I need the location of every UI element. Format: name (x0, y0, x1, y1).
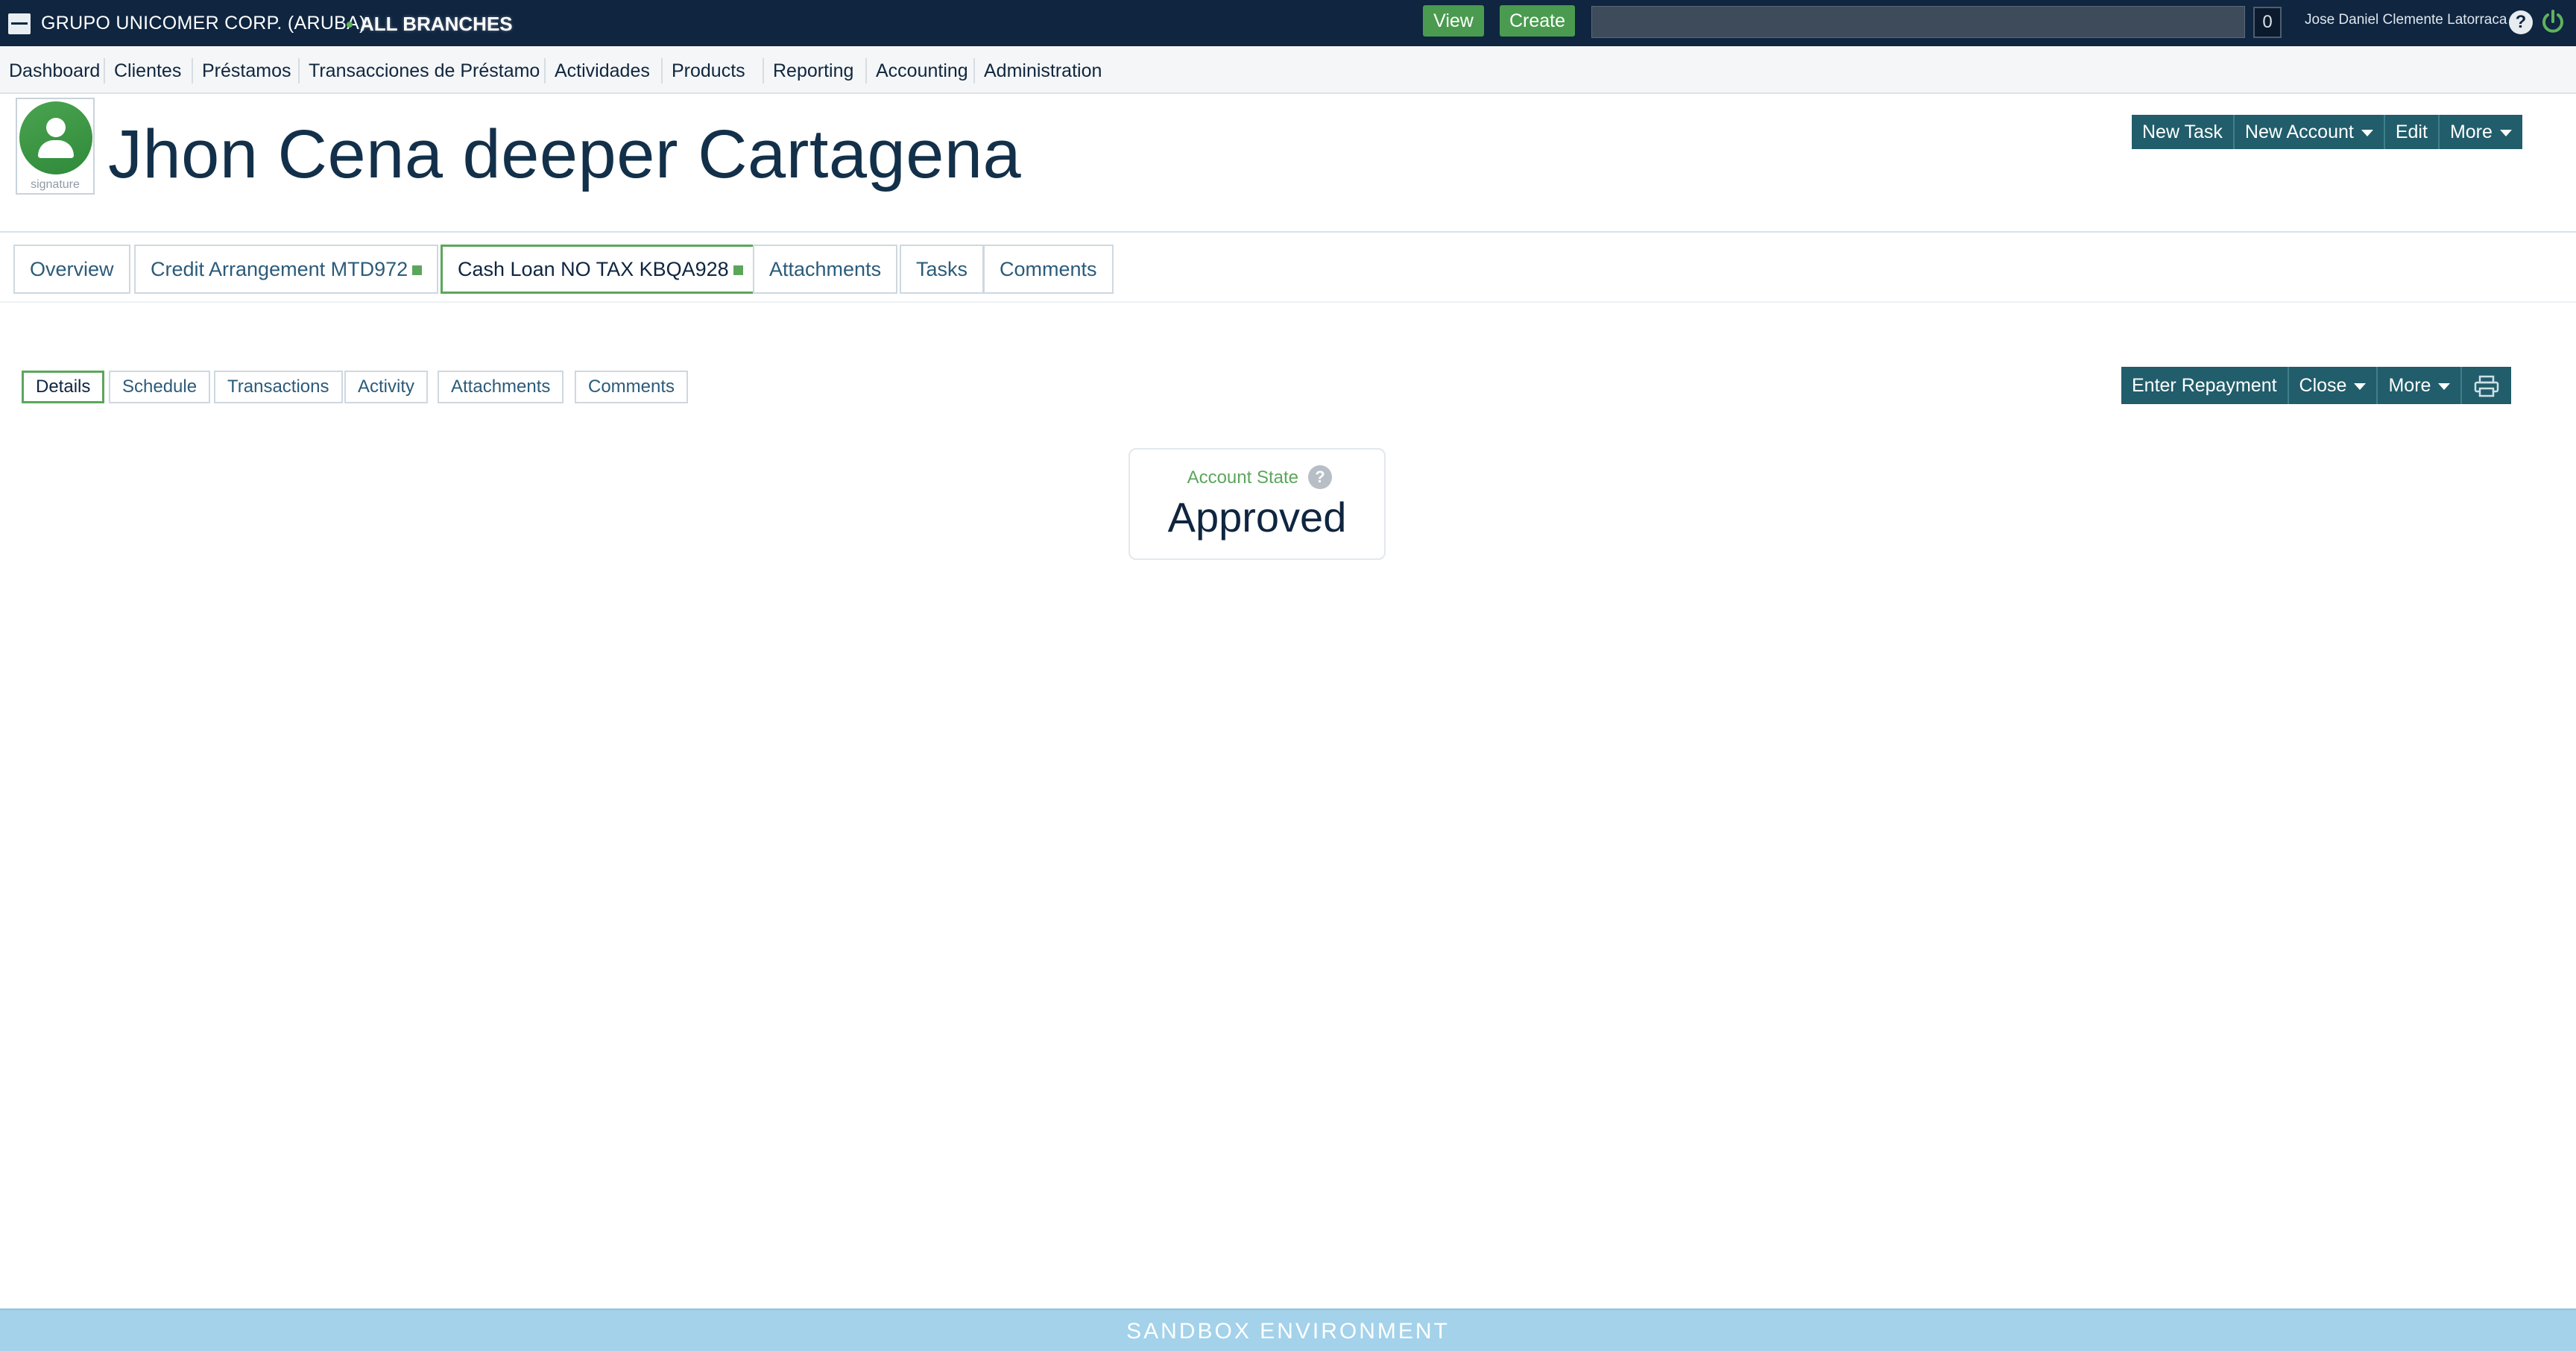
organization-name[interactable]: GRUPO UNICOMER CORP. (ARUBA) (41, 13, 366, 34)
enter-repayment-button[interactable]: Enter Repayment (2121, 367, 2288, 404)
tab-overview[interactable]: Overview (13, 245, 130, 294)
subtab-schedule[interactable]: Schedule (109, 371, 211, 403)
company-logo-icon[interactable] (8, 13, 31, 34)
tab-label: Attachments (769, 258, 882, 280)
client-avatar[interactable]: signature (16, 98, 95, 195)
tab-label: Tasks (916, 258, 968, 280)
page-title: Jhon Cena deeper Cartagena (108, 116, 1022, 192)
tab-label: Comments (1000, 258, 1097, 280)
subtab-label: Attachments (451, 377, 551, 397)
loan-more-label: More (2388, 375, 2431, 396)
chevron-down-icon (2438, 382, 2451, 390)
nav-item-products[interactable]: Products (661, 58, 754, 84)
edit-label: Edit (2395, 122, 2428, 142)
subtab-comments[interactable]: Comments (575, 371, 689, 403)
view-button[interactable]: View (1423, 5, 1484, 37)
tab-label: Credit Arrangement MTD972 (151, 258, 408, 280)
nav-item-dashboard[interactable]: Dashboard (0, 58, 109, 84)
account-state-value: Approved (1167, 494, 1347, 541)
tab-label: Cash Loan NO TAX KBQA928 (458, 258, 729, 280)
edit-button[interactable]: Edit (2383, 115, 2438, 149)
branch-selector[interactable]: ALL BRANCHES (360, 13, 513, 36)
subtab-label: Activity (358, 377, 415, 397)
subtab-transactions[interactable]: Transactions (214, 371, 343, 403)
subtab-details[interactable]: Details (22, 371, 105, 403)
environment-banner: SANDBOX ENVIRONMENT (0, 1309, 2576, 1351)
nav-item-actividades[interactable]: Actividades (544, 58, 659, 84)
close-label: Close (2299, 375, 2347, 396)
nav-item-clientes[interactable]: Clientes (104, 58, 190, 84)
power-icon[interactable] (2540, 9, 2566, 34)
new-account-button[interactable]: New Account (2232, 115, 2384, 149)
subtab-activity[interactable]: Activity (344, 371, 429, 403)
chevron-down-icon (2361, 129, 2373, 136)
loan-more-button[interactable]: More (2376, 367, 2460, 404)
subtab-label: Comments (588, 377, 675, 397)
enter-repayment-label: Enter Repayment (2132, 375, 2277, 396)
chevron-down-icon (2499, 129, 2512, 136)
status-indicator-icon (412, 265, 423, 276)
nav-item-reporting[interactable]: Reporting (763, 58, 862, 84)
subtab-label: Schedule (122, 377, 198, 397)
chevron-down-icon (2354, 382, 2367, 390)
more-label: More (2449, 122, 2493, 142)
loan-actions: Enter Repayment Close More (2121, 367, 2512, 404)
subtab-label: Transactions (227, 377, 329, 397)
branch-indicator-icon (347, 22, 353, 28)
close-button[interactable]: Close (2287, 367, 2377, 404)
help-icon[interactable]: ? (1308, 465, 1332, 489)
user-avatar-icon (19, 101, 92, 174)
tab-cash-loan[interactable]: Cash Loan NO TAX KBQA928 (441, 245, 760, 294)
tab-attachments[interactable]: Attachments (753, 245, 898, 294)
search-input[interactable] (1591, 6, 2245, 38)
tab-tasks[interactable]: Tasks (900, 245, 985, 294)
create-button[interactable]: Create (1500, 5, 1575, 37)
new-task-button[interactable]: New Task (2132, 115, 2233, 149)
new-account-label: New Account (2244, 122, 2354, 142)
print-button[interactable] (2460, 367, 2511, 404)
tab-credit-arrangement[interactable]: Credit Arrangement MTD972 (134, 245, 439, 294)
tab-label: Overview (30, 258, 114, 280)
avatar-caption: signature (31, 178, 80, 191)
client-actions: New Task New Account Edit More (2132, 115, 2522, 149)
status-indicator-icon (733, 265, 743, 276)
nav-item-transacciones[interactable]: Transacciones de Préstamo (298, 58, 549, 84)
nav-item-prestamos[interactable]: Préstamos (192, 58, 300, 84)
top-bar: GRUPO UNICOMER CORP. (ARUBA) ALL BRANCHE… (0, 0, 2576, 46)
header-divider (0, 231, 2576, 233)
main-navigation: Dashboard Clientes Préstamos Transaccion… (0, 46, 2576, 94)
user-name[interactable]: Jose Daniel Clemente Latorraca (2305, 12, 2507, 28)
notification-counter[interactable]: 0 (2253, 7, 2282, 38)
more-button[interactable]: More (2437, 115, 2522, 149)
nav-item-accounting[interactable]: Accounting (865, 58, 977, 84)
tab-comments[interactable]: Comments (983, 245, 1114, 294)
subtab-attachments[interactable]: Attachments (438, 371, 564, 403)
printer-icon (2475, 376, 2499, 397)
help-icon[interactable]: ? (2509, 10, 2533, 34)
tabs-divider (0, 301, 2576, 303)
nav-item-administration[interactable]: Administration (973, 58, 1111, 84)
new-task-label: New Task (2142, 122, 2223, 142)
subtab-label: Details (36, 377, 91, 397)
account-state-card: Account State ? Approved (1128, 448, 1386, 560)
account-state-label: Account State (1187, 467, 1298, 488)
